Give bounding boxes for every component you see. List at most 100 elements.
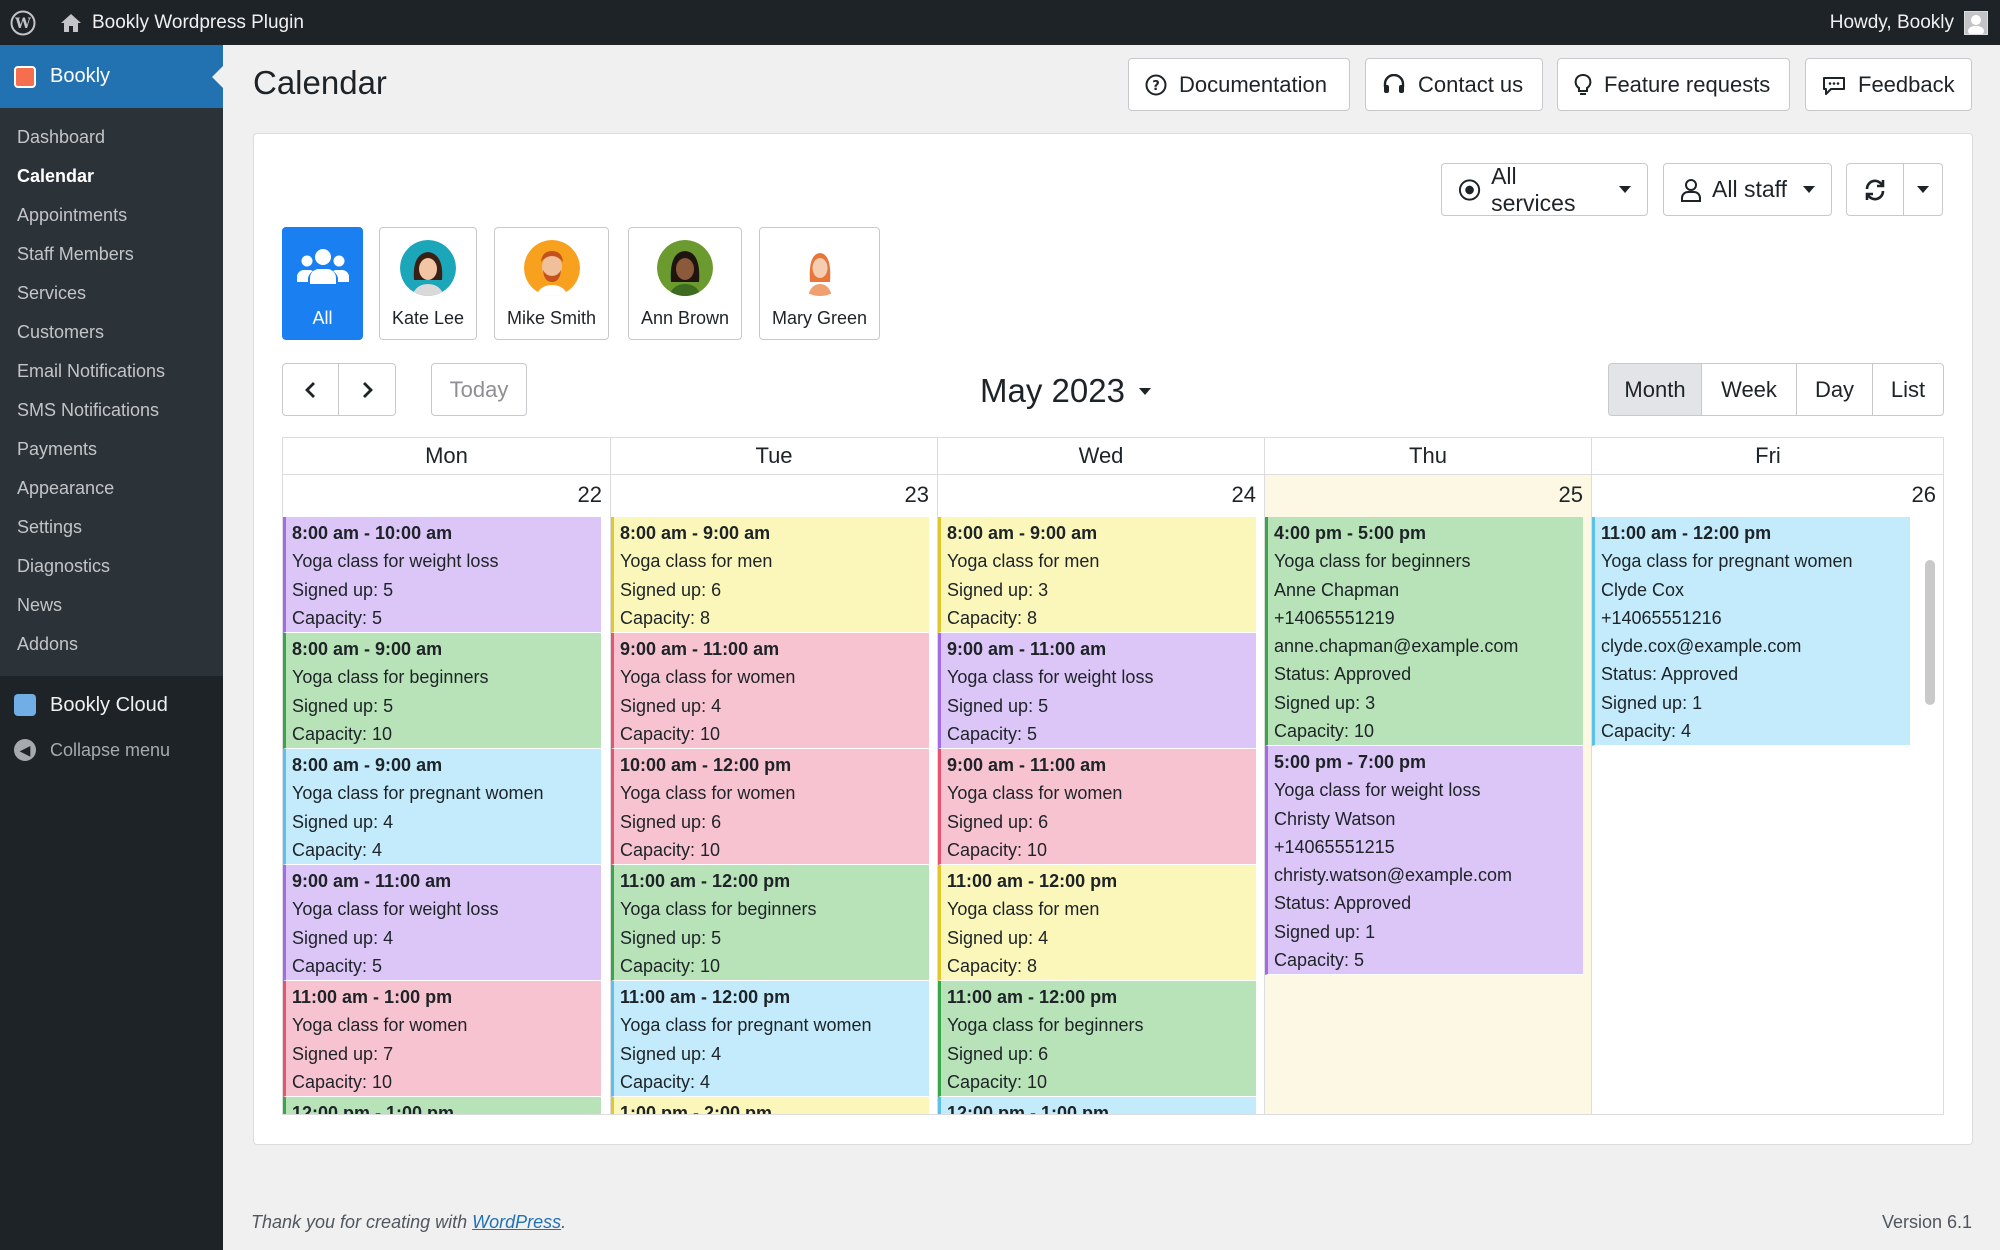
sidebar-item-diagnostics[interactable]: Diagnostics xyxy=(0,547,223,586)
services-filter-label: All services xyxy=(1491,162,1576,216)
refresh-button[interactable] xyxy=(1846,163,1904,216)
wordpress-logo-icon[interactable]: W xyxy=(0,0,46,45)
day-number[interactable]: 24 xyxy=(1232,482,1256,508)
feedback-label: Feedback xyxy=(1858,71,1955,97)
day-number[interactable]: 23 xyxy=(905,482,929,508)
view-day-button[interactable]: Day xyxy=(1796,363,1873,416)
calendar-event[interactable]: 8:00 am - 9:00 am Yoga class for men Signe… xyxy=(938,517,1256,633)
prev-button[interactable] xyxy=(282,363,339,416)
site-link[interactable]: Bookly Wordpress Plugin xyxy=(60,12,304,34)
calendar-event[interactable]: 4:00 pm - 5:00 pm Yoga class for beginner… xyxy=(1265,517,1583,746)
calendar-event[interactable]: 9:00 am - 11:00 am Yoga class for women Si… xyxy=(938,749,1256,865)
day-number[interactable]: 25 xyxy=(1559,482,1583,508)
feedback-button[interactable]: Feedback xyxy=(1805,58,1972,111)
day-column-tue[interactable]: Tue 23 8:00 am - 9:00 am Yoga class for men… xyxy=(611,438,938,1115)
calendar-event[interactable]: 9:00 am - 11:00 am Yoga class for women Si… xyxy=(611,633,929,749)
sidebar-cloud-label: Bookly Cloud xyxy=(50,693,168,716)
sidebar-item-bookly-cloud[interactable]: Bookly Cloud xyxy=(0,680,223,730)
staff-tab-mary-green[interactable]: Mary Green xyxy=(759,227,880,340)
svg-text:W: W xyxy=(14,16,31,32)
staff-tab-all[interactable]: All xyxy=(282,227,363,340)
view-list-button[interactable]: List xyxy=(1872,363,1944,416)
calendar-event[interactable]: 9:00 am - 11:00 am Yoga class for weight … xyxy=(938,633,1256,749)
sidebar-item-settings[interactable]: Settings xyxy=(0,508,223,547)
event-time: 4:00 pm - 5:00 pm xyxy=(1274,523,1427,543)
event-time: 1:00 pm - 2:00 pm xyxy=(620,1103,773,1115)
staff-tab-ann-brown[interactable]: Ann Brown xyxy=(628,227,742,340)
event-time: 8:00 am - 9:00 am xyxy=(292,755,443,775)
calendar-event[interactable]: 11:00 am - 12:00 pm Yoga class for beginn… xyxy=(611,865,929,981)
calendar-event[interactable]: 11:00 am - 12:00 pm Yoga class for pregna… xyxy=(611,981,929,1097)
calendar-event[interactable]: 5:00 pm - 7:00 pm Yoga class for weight l… xyxy=(1265,746,1583,975)
day-column-fri[interactable]: Fri 26 11:00 am - 12:00 pm Yoga class for p… xyxy=(1592,438,1943,1114)
day-number[interactable]: 22 xyxy=(578,482,602,508)
month-title-dropdown[interactable]: May 2023 xyxy=(980,372,1151,410)
day-column-thu[interactable]: Thu 25 4:00 pm - 5:00 pm Yoga class for beg… xyxy=(1265,438,1592,1114)
feature-requests-button[interactable]: Feature requests xyxy=(1557,58,1790,111)
sidebar-item-staff-members[interactable]: Staff Members xyxy=(0,235,223,274)
sidebar-item-appointments[interactable]: Appointments xyxy=(0,196,223,235)
collapse-menu-button[interactable]: ◀ Collapse menu xyxy=(0,730,223,770)
calendar-event[interactable]: 8:00 am - 9:00 am Yoga class for men Signe… xyxy=(611,517,929,633)
event-detail: Capacity: 10 xyxy=(1274,721,1375,742)
calendar-event[interactable]: 11:00 am - 12:00 pm Yoga class for men Sig… xyxy=(938,865,1256,981)
refresh-options-dropdown[interactable] xyxy=(1903,163,1943,216)
event-time: 11:00 am - 12:00 pm xyxy=(947,987,1118,1007)
calendar-event[interactable]: 12:00 pm - 1:00 pm xyxy=(938,1097,1256,1115)
documentation-button[interactable]: ? Documentation xyxy=(1128,58,1350,111)
event-detail: Capacity: 5 xyxy=(947,723,1038,744)
bookly-icon xyxy=(14,65,36,88)
calendar-event[interactable]: 8:00 am - 10:00 am Yoga class for weight … xyxy=(283,517,601,633)
today-button[interactable]: Today xyxy=(431,363,527,416)
event-detail: Signed up: 5 xyxy=(947,695,1049,716)
next-button[interactable] xyxy=(338,363,396,416)
sidebar-item-sms-notifications[interactable]: SMS Notifications xyxy=(0,391,223,430)
sidebar-item-dashboard[interactable]: Dashboard xyxy=(0,118,223,157)
account-menu[interactable]: Howdy, Bookly xyxy=(1830,10,1988,35)
staff-filter-dropdown[interactable]: All staff xyxy=(1663,163,1832,216)
sidebar-item-addons[interactable]: Addons xyxy=(0,625,223,664)
view-week-button[interactable]: Week xyxy=(1701,363,1797,416)
day-header: Tue xyxy=(611,438,937,475)
wordpress-link[interactable]: WordPress xyxy=(472,1212,561,1232)
sidebar-item-calendar[interactable]: Calendar xyxy=(0,157,223,196)
day-column-mon[interactable]: Mon 22 8:00 am - 10:00 am Yoga class for we… xyxy=(283,438,611,1114)
sidebar-item-email-notifications[interactable]: Email Notifications xyxy=(0,352,223,391)
sidebar-item-services[interactable]: Services xyxy=(0,274,223,313)
sidebar-item-payments[interactable]: Payments xyxy=(0,430,223,469)
calendar-event[interactable]: 11:00 am - 12:00 pm Yoga class for beginn… xyxy=(938,981,1256,1097)
staff-name: Mike Smith xyxy=(506,308,596,328)
chevron-down-icon xyxy=(1917,186,1929,193)
staff-filter-label: All staff xyxy=(1712,176,1787,202)
calendar-event[interactable]: 9:00 am - 11:00 am Yoga class for weight … xyxy=(283,865,601,981)
sidebar-item-news[interactable]: News xyxy=(0,586,223,625)
event-detail: Status: Approved xyxy=(1274,664,1412,685)
staff-tab-mike-smith[interactable]: Mike Smith xyxy=(494,227,609,340)
calendar-event[interactable]: 8:00 am - 9:00 am Yoga class for pregnant… xyxy=(283,749,601,865)
view-month-button[interactable]: Month xyxy=(1608,363,1702,416)
staff-tab-kate-lee[interactable]: Kate Lee xyxy=(379,227,477,340)
calendar-event[interactable]: 11:00 am - 1:00 pm Yoga class for women Si… xyxy=(283,981,601,1097)
chevron-right-icon xyxy=(363,381,373,398)
calendar-grid: Mon 22 8:00 am - 10:00 am Yoga class for we… xyxy=(282,437,1944,1115)
day-header: Mon xyxy=(283,438,610,475)
services-filter-dropdown[interactable]: All services xyxy=(1441,163,1648,216)
calendar-event[interactable]: 12:00 pm - 1:00 pm xyxy=(283,1097,601,1114)
event-detail: Signed up: 5 xyxy=(292,695,394,716)
sidebar-item-bookly[interactable]: Bookly xyxy=(0,45,223,108)
event-time: 12:00 pm - 1:00 pm xyxy=(947,1103,1110,1115)
sidebar-item-customers[interactable]: Customers xyxy=(0,313,223,352)
calendar-event[interactable]: 10:00 am - 12:00 pm Yoga class for women S… xyxy=(611,749,929,865)
calendar-scrollbar[interactable] xyxy=(1925,560,1935,705)
calendar-event[interactable]: 1:00 pm - 2:00 pm xyxy=(611,1097,929,1115)
calendar-event[interactable]: 11:00 am - 12:00 pm Yoga class for pregna… xyxy=(1592,517,1910,746)
chevron-down-icon xyxy=(1803,186,1815,193)
event-detail: Signed up: 4 xyxy=(620,1043,722,1064)
sidebar-item-appearance[interactable]: Appearance xyxy=(0,469,223,508)
event-detail: Signed up: 6 xyxy=(620,579,722,600)
contact-us-button[interactable]: Contact us xyxy=(1365,58,1543,111)
event-detail: Capacity: 8 xyxy=(947,607,1038,628)
day-column-wed[interactable]: Wed 24 8:00 am - 9:00 am Yoga class for men… xyxy=(938,438,1265,1115)
day-number[interactable]: 26 xyxy=(1912,482,1936,508)
calendar-event[interactable]: 8:00 am - 9:00 am Yoga class for beginner… xyxy=(283,633,601,749)
